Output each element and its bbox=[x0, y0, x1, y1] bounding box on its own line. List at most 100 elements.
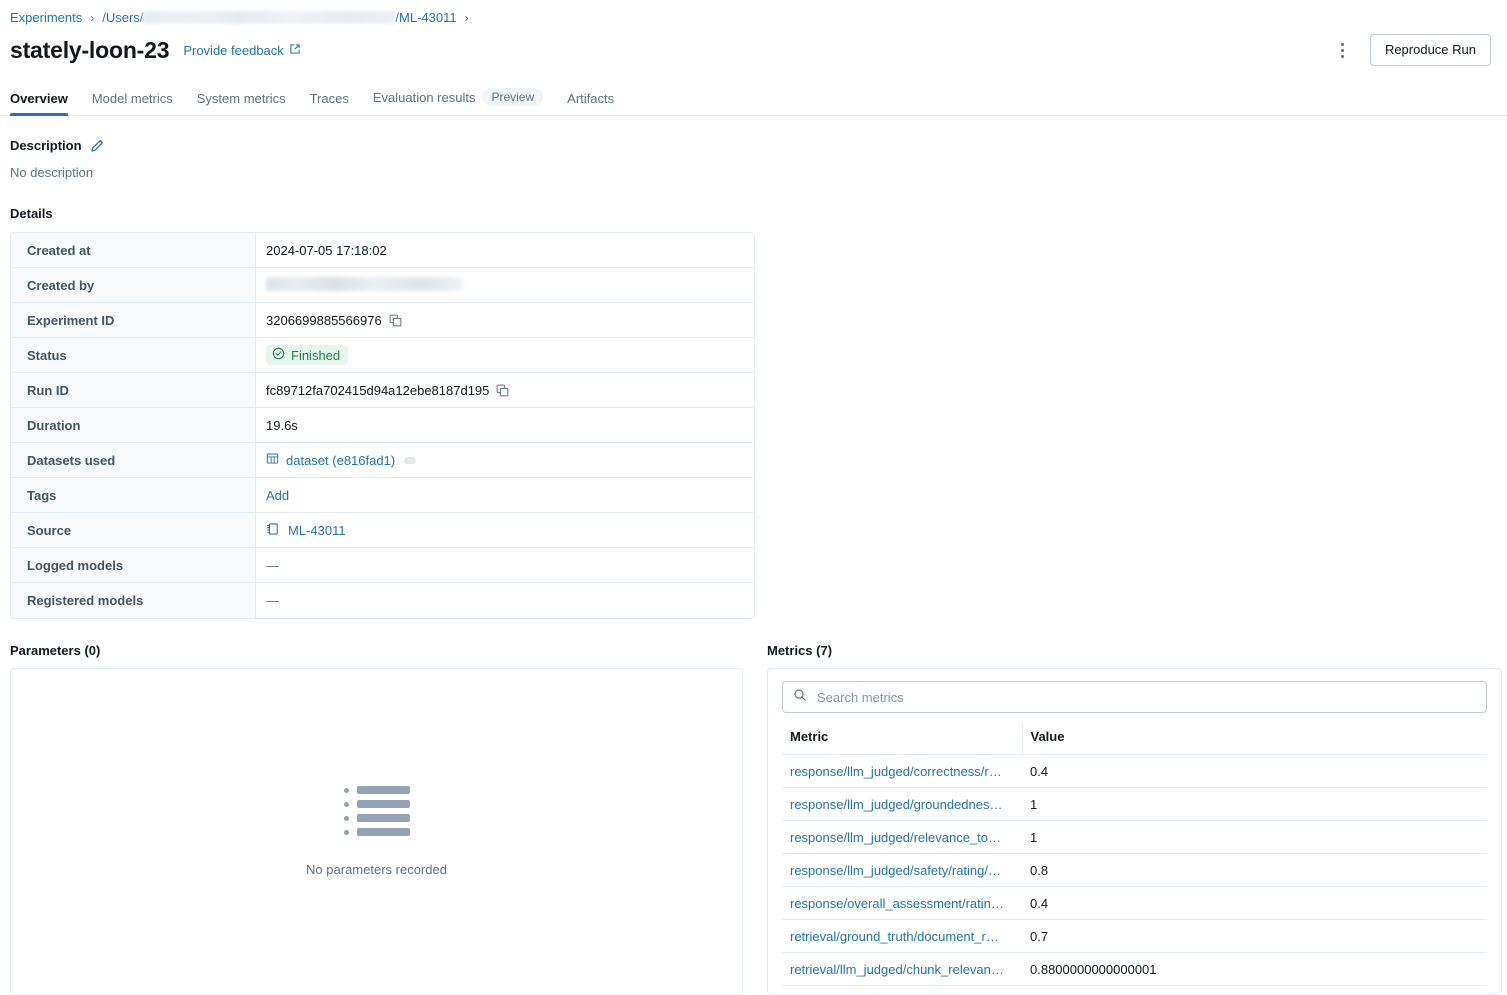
tab-traces[interactable]: Traces bbox=[310, 91, 349, 115]
details-key-logged-models: Logged models bbox=[11, 548, 256, 583]
details-key-run-id: Run ID bbox=[11, 373, 256, 408]
redacted-user-block bbox=[266, 277, 462, 291]
metric-name[interactable]: retrieval/ground_truth/document_r… bbox=[782, 920, 1022, 953]
tab-artifacts-label: Artifacts bbox=[567, 91, 614, 106]
table-row: Status Finished bbox=[11, 338, 754, 373]
parameters-empty-text: No parameters recorded bbox=[306, 862, 447, 877]
metric-name[interactable]: response/llm_judged/relevance_to… bbox=[782, 821, 1022, 854]
tab-model-metrics[interactable]: Model metrics bbox=[92, 91, 173, 115]
table-row: Registered models — bbox=[11, 583, 754, 618]
tab-system-metrics-label: System metrics bbox=[197, 91, 286, 106]
details-value-registered-models: — bbox=[256, 583, 754, 618]
search-icon bbox=[793, 688, 807, 707]
provide-feedback-link[interactable]: Provide feedback bbox=[183, 43, 300, 58]
metrics-heading: Metrics (7) bbox=[767, 643, 1502, 658]
metric-name[interactable]: response/llm_judged/safety/rating/… bbox=[782, 854, 1022, 887]
details-value-run-id: fc89712fa702415d94a12ebe8187d195 bbox=[256, 373, 754, 408]
metrics-panel: Metric Value response/llm_judged/correct… bbox=[767, 668, 1502, 995]
preview-badge: Preview bbox=[482, 88, 543, 106]
external-link-icon bbox=[289, 43, 301, 58]
details-key-created-by: Created by bbox=[11, 268, 256, 303]
status-badge: Finished bbox=[266, 345, 348, 365]
tab-traces-label: Traces bbox=[310, 91, 349, 106]
metrics-table-header: Metric Value bbox=[782, 723, 1487, 755]
breadcrumb: Experiments › /Users/ /ML-43011 › bbox=[0, 0, 1507, 30]
metric-value: 0.7 bbox=[1022, 920, 1487, 953]
tab-evaluation-results-label: Evaluation results bbox=[373, 90, 476, 105]
metric-name[interactable]: response/llm_judged/groundednes… bbox=[782, 788, 1022, 821]
metrics-column-value: Value bbox=[1022, 723, 1487, 755]
tab-bar: Overview Model metrics System metrics Tr… bbox=[0, 80, 1507, 116]
table-row: retrieval/llm_judged/chunk_relevan… 0.88… bbox=[782, 953, 1487, 986]
table-row: Duration 19.6s bbox=[11, 408, 754, 443]
details-key-source: Source bbox=[11, 513, 256, 548]
breadcrumb-notebook[interactable]: /ML-43011 bbox=[395, 9, 456, 27]
details-value-created-by bbox=[256, 268, 754, 303]
details-key-experiment-id: Experiment ID bbox=[11, 303, 256, 338]
details-value-tags: Add bbox=[256, 478, 754, 513]
details-value-duration: 19.6s bbox=[256, 408, 754, 443]
metric-value: 0.4 bbox=[1022, 755, 1487, 788]
details-value-created-at: 2024-07-05 17:18:02 bbox=[256, 233, 754, 268]
lower-panels: Parameters (0) No parameters recorded Me… bbox=[0, 643, 1507, 995]
dataset-link[interactable]: dataset (e816fad1) bbox=[286, 453, 395, 468]
overview-content: Description No description Details Creat… bbox=[0, 138, 1507, 619]
search-input[interactable] bbox=[815, 689, 1476, 706]
description-heading: Description bbox=[10, 138, 82, 153]
metric-name[interactable]: response/llm_judged/correctness/r… bbox=[782, 755, 1022, 788]
copy-icon[interactable] bbox=[496, 384, 509, 397]
tab-evaluation-results[interactable]: Evaluation results Preview bbox=[373, 88, 543, 115]
page-title: stately-loon-23 bbox=[10, 37, 169, 64]
table-row: response/llm_judged/safety/rating/… 0.8 bbox=[782, 854, 1487, 887]
metrics-table: Metric Value response/llm_judged/correct… bbox=[782, 723, 1487, 986]
table-grid-icon bbox=[266, 452, 279, 468]
metrics-section: Metrics (7) Metric Value bbox=[767, 643, 1502, 995]
table-row: Tags Add bbox=[11, 478, 754, 513]
details-value-experiment-id: 3206699885566976 bbox=[256, 303, 754, 338]
table-row: Logged models — bbox=[11, 548, 754, 583]
details-table: Created at 2024-07-05 17:18:02 Created b… bbox=[10, 232, 755, 619]
table-row: Run ID fc89712fa702415d94a12ebe8187d195 bbox=[11, 373, 754, 408]
details-key-duration: Duration bbox=[11, 408, 256, 443]
tab-overview[interactable]: Overview bbox=[10, 91, 68, 115]
notebook-icon bbox=[266, 522, 279, 539]
details-value-status: Finished bbox=[256, 338, 754, 373]
bulleted-list-icon bbox=[344, 786, 410, 836]
provide-feedback-label: Provide feedback bbox=[183, 43, 283, 58]
status-label: Finished bbox=[291, 348, 340, 363]
parameters-section: Parameters (0) No parameters recorded bbox=[10, 643, 743, 995]
table-row: response/overall_assessment/ratin… 0.4 bbox=[782, 887, 1487, 920]
tab-artifacts[interactable]: Artifacts bbox=[567, 91, 614, 115]
metric-value: 1 bbox=[1022, 788, 1487, 821]
metric-name[interactable]: response/overall_assessment/ratin… bbox=[782, 887, 1022, 920]
breadcrumb-redacted-path bbox=[143, 11, 395, 24]
metric-name[interactable]: retrieval/llm_judged/chunk_relevan… bbox=[782, 953, 1022, 986]
table-row: Created by bbox=[11, 268, 754, 303]
dataset-extra-badge bbox=[404, 457, 416, 464]
parameters-panel: No parameters recorded bbox=[10, 668, 743, 995]
page-header: stately-loon-23 Provide feedback Reprodu… bbox=[0, 30, 1507, 70]
add-tag-link[interactable]: Add bbox=[266, 488, 289, 503]
more-vertical-icon[interactable] bbox=[1330, 37, 1356, 63]
metrics-column-metric: Metric bbox=[782, 723, 1022, 755]
breadcrumb-separator-2: › bbox=[465, 9, 469, 27]
tab-overview-label: Overview bbox=[10, 91, 68, 106]
details-key-datasets-used: Datasets used bbox=[11, 443, 256, 478]
breadcrumb-experiments[interactable]: Experiments bbox=[10, 9, 82, 27]
source-link[interactable]: ML-43011 bbox=[288, 523, 346, 538]
header-actions: Reproduce Run bbox=[1330, 34, 1491, 66]
metric-value: 0.8800000000000001 bbox=[1022, 953, 1487, 986]
details-heading: Details bbox=[10, 206, 1497, 221]
table-row: Created at 2024-07-05 17:18:02 bbox=[11, 233, 754, 268]
details-value-source: ML-43011 bbox=[256, 513, 754, 548]
parameters-heading: Parameters (0) bbox=[10, 643, 743, 658]
breadcrumb-users-path[interactable]: /Users/ bbox=[102, 9, 143, 27]
check-circle-icon bbox=[272, 347, 285, 363]
copy-icon[interactable] bbox=[389, 314, 402, 327]
details-key-registered-models: Registered models bbox=[11, 583, 256, 618]
metrics-search-box[interactable] bbox=[782, 681, 1487, 713]
pencil-icon[interactable] bbox=[90, 139, 104, 153]
reproduce-run-button[interactable]: Reproduce Run bbox=[1370, 34, 1491, 66]
experiment-id-text: 3206699885566976 bbox=[266, 313, 382, 328]
tab-system-metrics[interactable]: System metrics bbox=[197, 91, 286, 115]
